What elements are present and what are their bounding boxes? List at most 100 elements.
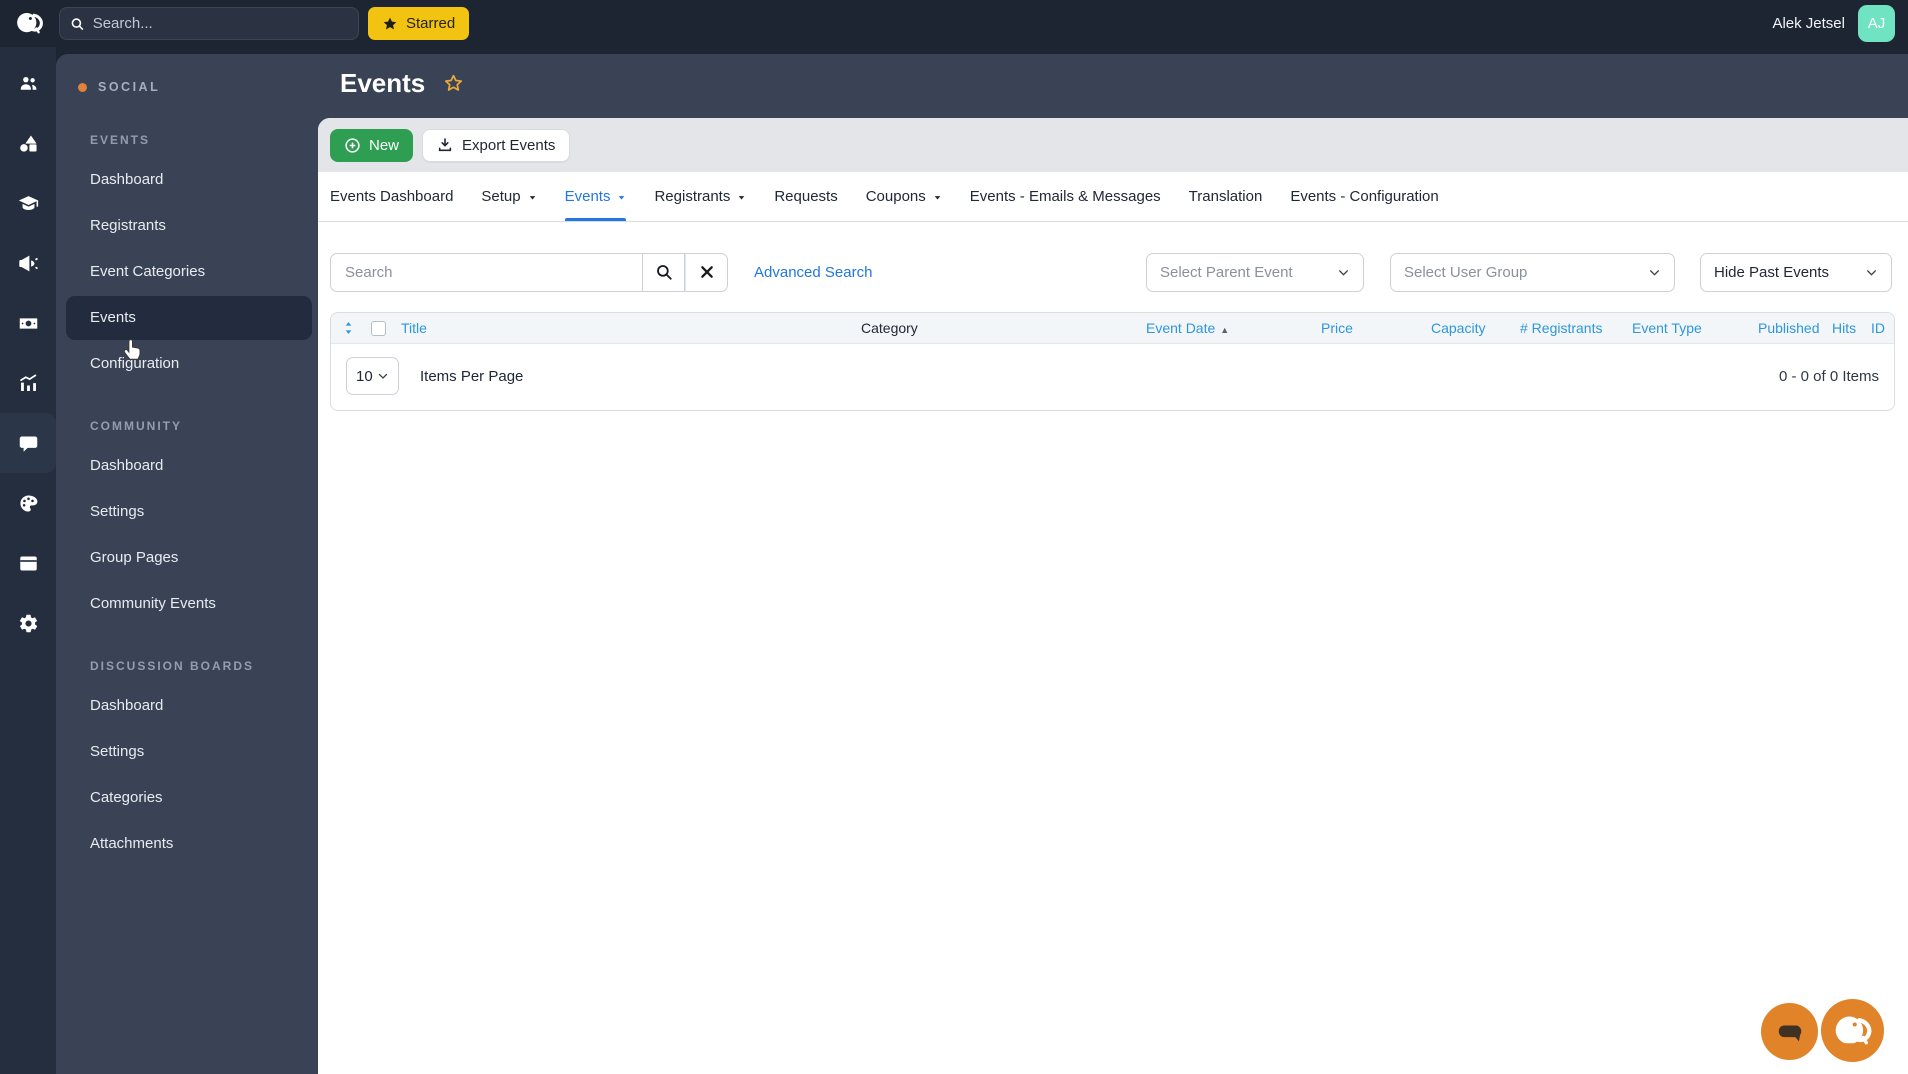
sidebar-item-attachments[interactable]: Attachments xyxy=(66,822,312,866)
global-search xyxy=(59,7,359,40)
download-icon xyxy=(438,138,452,152)
column-header-registrants[interactable]: # Registrants xyxy=(1520,320,1632,336)
search-submit-button[interactable] xyxy=(642,252,685,292)
rail-money-icon[interactable] xyxy=(0,293,56,353)
tab-coupons[interactable]: Coupons xyxy=(866,172,942,221)
rail-analytics-icon[interactable] xyxy=(0,353,56,413)
elephant-logo-icon xyxy=(1830,1008,1875,1053)
new-button-label: New xyxy=(369,136,400,154)
column-header-title[interactable]: Title xyxy=(401,320,861,336)
column-header-event-date[interactable]: Event Date ▲ xyxy=(1146,320,1321,336)
tab-events-emails-messages[interactable]: Events - Emails & Messages xyxy=(970,172,1161,221)
table-header-row: Title Category Event Date ▲ Price Capacit… xyxy=(331,313,1894,344)
tab-requests[interactable]: Requests xyxy=(774,172,837,221)
rail-shapes-icon[interactable] xyxy=(0,113,56,173)
tab-setup[interactable]: Setup xyxy=(481,172,536,221)
chevron-down-icon xyxy=(1339,269,1348,276)
section-title-events: EVENTS xyxy=(90,133,151,147)
rail-window-icon[interactable] xyxy=(0,533,56,593)
toolbar: New Export Events xyxy=(318,118,1908,172)
elephant-mascot-button[interactable] xyxy=(1821,999,1884,1062)
rail-graduation-cap-icon[interactable] xyxy=(0,173,56,233)
column-header-price[interactable]: Price xyxy=(1321,320,1431,336)
sidebar-item-events-dashboard[interactable]: Dashboard xyxy=(66,158,312,202)
starred-button[interactable]: Starred xyxy=(368,7,470,40)
advanced-search-link[interactable]: Advanced Search xyxy=(754,264,872,281)
section-title-community: COMMUNITY xyxy=(90,419,182,433)
new-button[interactable]: New xyxy=(330,128,414,162)
section-title-discussion-boards: DISCUSSION BOARDS xyxy=(90,659,255,673)
tab-events-configuration[interactable]: Events - Configuration xyxy=(1290,172,1438,221)
sidebar-item-boards-dashboard[interactable]: Dashboard xyxy=(66,684,312,728)
chevron-down-icon xyxy=(378,373,388,379)
sidebar-item-configuration[interactable]: Configuration xyxy=(66,342,312,386)
rail-palette-icon[interactable] xyxy=(0,473,56,533)
brand-label: SOCIAL xyxy=(98,80,161,94)
starred-label: Starred xyxy=(406,15,456,32)
sidebar-item-community-settings[interactable]: Settings xyxy=(66,490,312,534)
items-per-page-label: Items Per Page xyxy=(420,367,524,385)
sidebar-brand: SOCIAL xyxy=(56,74,318,100)
rail-megaphone-icon[interactable] xyxy=(0,233,56,293)
select-all-checkbox[interactable] xyxy=(371,320,386,336)
events-table: Title Category Event Date ▲ Price Capacit… xyxy=(330,312,1895,411)
tab-events[interactable]: Events xyxy=(564,172,627,221)
tab-registrants[interactable]: Registrants xyxy=(654,172,746,221)
caret-down-icon xyxy=(739,196,745,200)
tab-events-dashboard[interactable]: Events Dashboard xyxy=(330,172,453,221)
brand-dot-icon xyxy=(78,82,87,92)
tab-bar: Events Dashboard Setup Events Registrant… xyxy=(318,172,1908,222)
items-count: 0 - 0 of 0 Items xyxy=(1778,367,1879,385)
rail-chat-icon[interactable] xyxy=(0,413,56,473)
caret-down-icon xyxy=(529,196,535,200)
sort-order-icon[interactable] xyxy=(331,321,365,335)
sidebar-item-event-categories[interactable]: Event Categories xyxy=(66,250,312,294)
star-filled-icon xyxy=(383,17,397,29)
main-panel: SOCIAL EVENTS Dashboard Registrants Even… xyxy=(56,54,1908,1074)
chat-bubble-icon xyxy=(1778,1024,1801,1041)
content-card: New Export Events Events Dashboard Setup… xyxy=(318,118,1908,1074)
search-icon xyxy=(656,265,672,280)
sidebar-item-group-pages[interactable]: Group Pages xyxy=(66,536,312,580)
tab-translation[interactable]: Translation xyxy=(1189,172,1263,221)
sidebar-item-community-dashboard[interactable]: Dashboard xyxy=(66,444,312,488)
sidebar: SOCIAL EVENTS Dashboard Registrants Even… xyxy=(56,54,318,1074)
chat-widget-button[interactable] xyxy=(1761,1003,1818,1060)
column-header-published[interactable]: Published xyxy=(1758,320,1832,336)
select-past-events[interactable]: Hide Past Events xyxy=(1700,252,1892,292)
export-button-label: Export Events xyxy=(462,136,556,154)
caret-down-icon xyxy=(619,196,625,200)
sidebar-item-boards-settings[interactable]: Settings xyxy=(66,730,312,774)
column-header-event-type[interactable]: Event Type xyxy=(1632,320,1758,336)
select-user-group[interactable]: Select User Group xyxy=(1390,252,1675,292)
sort-asc-icon: ▲ xyxy=(1220,325,1230,335)
column-header-capacity[interactable]: Capacity xyxy=(1431,320,1520,336)
close-icon xyxy=(700,266,713,278)
sidebar-item-boards-categories[interactable]: Categories xyxy=(66,776,312,820)
caret-down-icon xyxy=(934,196,941,200)
items-per-page-select[interactable]: 10 xyxy=(346,357,399,395)
filter-row: Advanced Search Select Parent Event Sele… xyxy=(318,252,1908,292)
export-events-button[interactable]: Export Events xyxy=(422,128,571,162)
events-search-input[interactable] xyxy=(330,252,642,292)
global-search-input[interactable] xyxy=(92,15,348,32)
column-header-id[interactable]: ID xyxy=(1871,320,1894,336)
rail-users-icon[interactable] xyxy=(0,53,56,113)
page-title: Events xyxy=(340,68,426,98)
sidebar-item-community-events[interactable]: Community Events xyxy=(66,582,312,626)
sidebar-item-registrants[interactable]: Registrants xyxy=(66,204,312,248)
pagination-row: 10 Items Per Page 0 - 0 of 0 Items xyxy=(331,344,1894,410)
rail-settings-gear-icon[interactable] xyxy=(0,593,56,653)
elephant-logo-icon xyxy=(17,12,43,34)
avatar[interactable]: AJ xyxy=(1858,5,1895,42)
topbar: Starred Alek Jetsel AJ xyxy=(0,0,1908,47)
favorite-star-icon[interactable] xyxy=(443,73,464,94)
sidebar-item-events[interactable]: Events xyxy=(66,296,312,340)
clear-search-button[interactable] xyxy=(685,252,728,292)
chevron-down-icon xyxy=(1867,269,1876,276)
column-header-hits[interactable]: Hits xyxy=(1832,320,1871,336)
select-parent-event[interactable]: Select Parent Event xyxy=(1146,252,1364,292)
search-icon xyxy=(71,17,84,30)
user-name[interactable]: Alek Jetsel xyxy=(1772,15,1845,32)
icon-rail xyxy=(0,47,56,1074)
